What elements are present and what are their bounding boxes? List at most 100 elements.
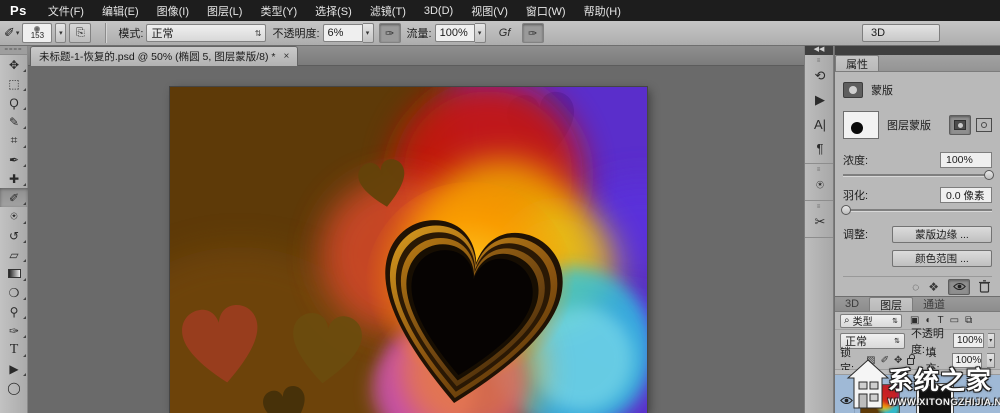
document-title: 未标题-1-恢复的.psd @ 50% (椭圆 5, 图层蒙版/8) * — [39, 49, 275, 64]
menu-type[interactable]: 类型(Y) — [251, 3, 306, 19]
quick-selection-tool[interactable]: ✎ — [0, 112, 28, 131]
properties-panel: 蒙版 图层蒙版 浓度: 100% 羽化: 0. — [835, 72, 1000, 296]
adjust-label: 调整: — [843, 226, 868, 267]
delete-mask-icon[interactable] — [979, 280, 990, 293]
expand-panels-icon[interactable]: ◀◀ — [805, 46, 833, 55]
marquee-tool[interactable]: ⬚ — [0, 74, 28, 93]
menu-filter[interactable]: 滤镜(T) — [361, 3, 415, 19]
mask-icon — [843, 82, 863, 98]
tab-properties[interactable]: 属性 — [835, 55, 879, 71]
clone-stamp-tool[interactable]: ⍟ — [0, 207, 28, 226]
move-tool[interactable]: ✥ — [0, 55, 28, 74]
blend-mode-select[interactable]: 正常 ⇅ — [146, 24, 266, 42]
tab-layers[interactable]: 图层 — [869, 297, 913, 311]
path-selection-tool[interactable]: ▶ — [0, 359, 28, 378]
options-bar: ✐ ▾ 153 ▾ ⎘ 模式: 正常 ⇅ 不透明度: 6% ▾ ✑ 流量: 10… — [0, 21, 1000, 46]
menu-bar: Ps 文件(F) 编辑(E) 图像(I) 图层(L) 类型(Y) 选择(S) 滤… — [0, 0, 1000, 21]
apply-mask-icon[interactable]: ❖ — [928, 280, 939, 294]
layer-mask-thumbnail[interactable] — [843, 111, 879, 139]
flow-input[interactable]: 100% — [435, 24, 475, 42]
panel-header-strip — [835, 46, 1000, 55]
add-vector-mask-button[interactable] — [976, 118, 992, 132]
document-tab-bar: 未标题-1-恢复的.psd @ 50% (椭圆 5, 图层蒙版/8) * × — [28, 46, 804, 66]
workspace-switcher-3d[interactable]: 3D — [862, 24, 940, 42]
pressure-opacity-toggle[interactable]: ✑ — [379, 23, 401, 43]
gradient-tool[interactable] — [0, 264, 28, 283]
history-brush-tool[interactable]: ↺ — [0, 226, 28, 245]
menu-view[interactable]: 视图(V) — [462, 3, 517, 19]
search-icon: ⌕ — [844, 315, 850, 326]
menu-window[interactable]: 窗口(W) — [517, 3, 575, 19]
blur-tool[interactable]: ❍ — [0, 283, 28, 302]
select-pixel-mask-button[interactable] — [949, 115, 971, 135]
filter-shape-layers-icon[interactable]: ▭ — [950, 315, 959, 326]
tools-panel: ==== ✥ ⬚ Ϙ ✎ ⌗ ✒ ✚ ✐ ⍟ ↺ ▱ ❍ ⚲ ✑ T ▶ ◯ — [0, 46, 28, 413]
brush-preset-dropdown[interactable]: ▾ — [55, 23, 66, 43]
mask-label: 蒙版 — [871, 82, 893, 98]
canvas[interactable] — [170, 87, 647, 413]
menu-3d[interactable]: 3D(D) — [415, 5, 462, 17]
density-slider-knob[interactable] — [984, 170, 994, 180]
disable-mask-button[interactable] — [948, 279, 970, 295]
divider — [105, 23, 106, 43]
opacity-dropdown[interactable]: ▾ — [363, 23, 374, 43]
eyedropper-tool[interactable]: ✒ — [0, 150, 28, 169]
flow-dropdown[interactable]: ▾ — [475, 23, 486, 43]
feather-input[interactable]: 0.0 像素 — [940, 187, 992, 203]
clone-source-panel-button[interactable]: ⍟ — [805, 173, 835, 197]
menu-file[interactable]: 文件(F) — [39, 3, 93, 19]
density-input[interactable]: 100% — [940, 152, 992, 168]
menu-layer[interactable]: 图层(L) — [198, 3, 251, 19]
type-tool[interactable]: T — [0, 340, 28, 359]
density-slider[interactable] — [843, 174, 992, 177]
feather-label: 羽化: — [843, 187, 868, 203]
healing-brush-tool[interactable]: ✚ — [0, 169, 28, 188]
canvas-artwork — [170, 87, 647, 413]
tool-presets-panel-button[interactable]: ✂ — [805, 210, 835, 234]
pressure-size-toggle[interactable]: ✑ — [522, 23, 544, 43]
menu-edit[interactable]: 编辑(E) — [93, 3, 148, 19]
properties-tab-bar: 属性 — [835, 55, 1000, 72]
current-tool-icon[interactable]: ✐ ▾ — [4, 25, 19, 41]
layers-opacity-input[interactable]: 100% — [953, 333, 984, 348]
history-panel-button[interactable]: ⟲ — [805, 64, 835, 88]
menu-select[interactable]: 选择(S) — [306, 3, 361, 19]
menu-help[interactable]: 帮助(H) — [575, 3, 630, 19]
toggle-brush-panel-button[interactable]: ⎘ — [69, 23, 91, 43]
airbrush-toggle[interactable]: Gf — [494, 23, 516, 43]
load-selection-icon[interactable]: ◌ — [912, 280, 919, 294]
menu-image[interactable]: 图像(I) — [148, 3, 198, 19]
combo-arrows-icon: ⇅ — [894, 337, 900, 345]
eraser-tool[interactable]: ▱ — [0, 245, 28, 264]
brush-tool[interactable]: ✐ — [0, 188, 28, 207]
brush-preset-picker[interactable]: 153 — [22, 23, 52, 43]
shape-tool[interactable]: ◯ — [0, 378, 28, 397]
toolbar-grip[interactable]: ==== — [0, 46, 27, 55]
tab-3d[interactable]: 3D — [835, 297, 869, 311]
crop-tool[interactable]: ⌗ — [0, 131, 28, 150]
combo-arrows-icon: ⇅ — [892, 317, 898, 325]
gradient-tool-icon — [8, 269, 21, 278]
opacity-label: 不透明度: — [272, 25, 319, 41]
document-tab[interactable]: 未标题-1-恢复的.psd @ 50% (椭圆 5, 图层蒙版/8) * × — [30, 46, 298, 66]
feather-slider-knob[interactable] — [841, 205, 851, 215]
feather-slider[interactable] — [843, 209, 992, 212]
layer-filter-select[interactable]: ⌕ 类型 ⇅ — [840, 314, 902, 328]
pen-tool[interactable]: ✑ — [0, 321, 28, 340]
layers-opacity-dropdown[interactable]: ▾ — [988, 333, 995, 348]
actions-panel-button[interactable]: ▶ — [805, 88, 835, 112]
density-label: 浓度: — [843, 152, 868, 168]
mask-edge-button[interactable]: 蒙版边缘 ... — [892, 226, 992, 243]
opacity-input[interactable]: 6% — [323, 24, 363, 42]
filter-smart-objects-icon[interactable]: ⧉ — [965, 315, 972, 326]
character-panel-button[interactable]: A| — [805, 112, 835, 136]
close-tab-icon[interactable]: × — [283, 51, 289, 62]
color-range-button[interactable]: 颜色范围 ... — [892, 250, 992, 267]
paragraph-panel-button[interactable]: ¶ — [805, 136, 835, 160]
dodge-tool[interactable]: ⚲ — [0, 302, 28, 321]
layers-tab-bar: 3D 图层 通道 — [835, 296, 1000, 312]
watermark-house-icon — [846, 358, 890, 410]
lasso-tool[interactable]: Ϙ — [0, 93, 28, 112]
combo-arrows-icon: ⇅ — [255, 29, 262, 38]
tab-channels[interactable]: 通道 — [913, 297, 955, 311]
